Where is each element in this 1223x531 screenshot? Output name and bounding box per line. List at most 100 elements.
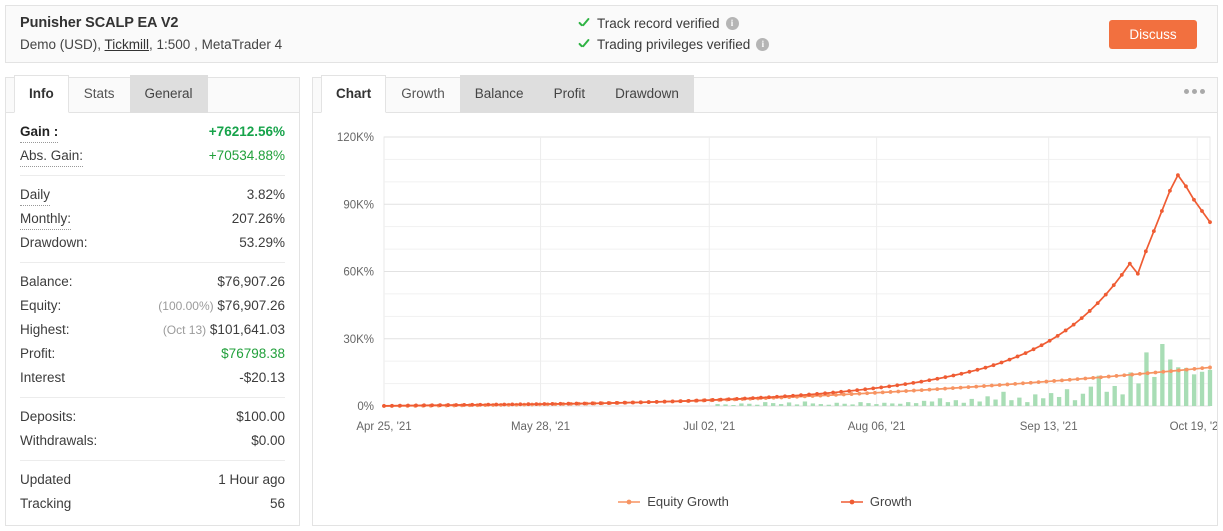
track-record-verified-row: Track record verified i	[576, 13, 1097, 34]
stat-value-equity-amount: $76,907.26	[217, 298, 285, 313]
stat-label-interest: Interest	[20, 370, 66, 385]
stat-group-gain: Gain : +76212.56% Abs. Gain: +70534.88%	[20, 113, 285, 175]
stat-value-interest: -$20.13	[239, 370, 285, 385]
check-icon	[576, 37, 591, 52]
stat-value-equity-percent: (100.00%)	[158, 299, 214, 313]
stat-value-monthly: 207.26%	[231, 211, 285, 226]
trading-privileges-verified-label: Trading privileges verified	[597, 37, 751, 52]
stat-group-funding: Deposits: $100.00 Withdrawals: $0.00	[20, 397, 285, 460]
account-details: , 1:500 , MetaTrader 4	[149, 36, 283, 52]
legend-marker-growth	[840, 499, 863, 504]
svg-text:Aug 06, '21: Aug 06, '21	[848, 421, 906, 433]
svg-text:60K%: 60K%	[343, 267, 374, 279]
stat-label-monthly[interactable]: Monthly:	[20, 210, 72, 230]
tab-growth[interactable]: Growth	[386, 75, 460, 113]
svg-text:Oct 19, '21: Oct 19, '21	[1170, 421, 1217, 433]
tab-info[interactable]: Info	[14, 75, 69, 113]
stat-value-profit: $76798.38	[221, 346, 285, 361]
legend-item-equity-growth[interactable]: Equity Growth	[618, 494, 729, 509]
discuss-button[interactable]: Discuss	[1109, 19, 1197, 49]
growth-chart[interactable]: 0% 30K% 60K% 90K% 120K% Apr 25, '21 May 28, '2…	[313, 113, 1217, 483]
chart-legend: Equity Growth Growth	[313, 494, 1217, 509]
broker-link[interactable]: Tickmill	[105, 37, 150, 52]
stat-value-deposits: $100.00	[236, 409, 285, 424]
stat-group-balance: Balance: $76,907.26 Equity: (100.00%) $7…	[20, 262, 285, 397]
svg-text:30K%: 30K%	[343, 334, 374, 346]
stat-label-updated: Updated	[20, 472, 72, 487]
account-type: Demo (USD),	[20, 36, 102, 52]
stat-label-profit: Profit:	[20, 346, 56, 361]
stat-value-drawdown: 53.29%	[239, 235, 285, 250]
more-options-icon[interactable]	[1184, 89, 1205, 94]
stat-row-abs-gain: Abs. Gain: +70534.88%	[20, 144, 285, 168]
tab-balance[interactable]: Balance	[459, 75, 539, 113]
info-icon[interactable]: i	[725, 17, 739, 30]
tab-general[interactable]: General	[129, 75, 208, 113]
tab-profit[interactable]: Profit	[538, 75, 601, 113]
stat-label-drawdown: Drawdown:	[20, 235, 88, 250]
stat-value-daily: 3.82%	[246, 187, 285, 202]
chart-tabbar: Chart Growth Balance Profit Drawdown	[312, 75, 1218, 113]
stats-panel: Info Stats General Gain : +76212.56% Abs…	[5, 75, 300, 526]
svg-text:Apr 25, '21: Apr 25, '21	[356, 421, 411, 433]
stat-label-highest: Highest:	[20, 322, 70, 337]
stat-row-tracking: Tracking 56	[20, 492, 285, 516]
stat-row-gain: Gain : +76212.56%	[20, 120, 285, 144]
track-record-verified-label: Track record verified	[597, 16, 720, 31]
svg-text:0%: 0%	[357, 401, 374, 413]
stat-row-withdrawals: Withdrawals: $0.00	[20, 429, 285, 453]
stat-label-equity: Equity:	[20, 298, 62, 313]
stat-row-daily: Daily 3.82%	[20, 183, 285, 207]
legend-label-equity-growth: Equity Growth	[647, 494, 729, 509]
stat-value-highest-amount: $101,641.03	[209, 322, 285, 337]
tab-drawdown[interactable]: Drawdown	[600, 75, 694, 113]
stat-value-updated: 1 Hour ago	[218, 472, 285, 487]
stat-value-tracking: 56	[269, 496, 285, 511]
stat-value-withdrawals: $0.00	[251, 433, 285, 448]
stat-group-meta: Updated 1 Hour ago Tracking 56	[20, 460, 285, 523]
stat-label-abs-gain[interactable]: Abs. Gain:	[20, 147, 84, 167]
verification-badges: Track record verified i Trading privileg…	[566, 13, 1097, 55]
legend-item-growth[interactable]: Growth	[840, 494, 912, 509]
svg-text:120K%: 120K%	[337, 132, 374, 144]
stat-label-gain[interactable]: Gain :	[20, 123, 59, 143]
stat-row-highest: Highest: (Oct 13) $101,641.03	[20, 318, 285, 342]
info-icon[interactable]: i	[756, 38, 770, 51]
svg-text:90K%: 90K%	[343, 199, 374, 211]
svg-text:Sep 13, '21: Sep 13, '21	[1020, 421, 1078, 433]
svg-text:Jul 02, '21: Jul 02, '21	[683, 421, 735, 433]
stat-row-balance: Balance: $76,907.26	[20, 270, 285, 294]
stat-label-withdrawals: Withdrawals:	[20, 433, 98, 448]
account-subtitle: Demo (USD), Tickmill, 1:500 , MetaTrader…	[20, 35, 566, 55]
account-identity: Punisher SCALP EA V2 Demo (USD), Tickmil…	[6, 14, 566, 55]
stat-value-highest: (Oct 13) $101,641.03	[163, 318, 285, 342]
account-page: Punisher SCALP EA V2 Demo (USD), Tickmil…	[0, 0, 1223, 531]
header-actions: Discuss	[1097, 19, 1217, 49]
stat-value-equity: (100.00%) $76,907.26	[158, 294, 285, 318]
stat-value-abs-gain: +70534.88%	[208, 148, 285, 163]
svg-text:May 28, '21: May 28, '21	[511, 421, 570, 433]
stat-label-balance: Balance:	[20, 274, 73, 289]
legend-label-growth: Growth	[869, 494, 912, 509]
stat-row-interest: Interest -$20.13	[20, 366, 285, 390]
account-title: Punisher SCALP EA V2	[20, 14, 179, 31]
legend-marker-equity-growth	[618, 499, 641, 504]
stat-value-balance: $76,907.26	[217, 274, 285, 289]
tab-stats[interactable]: Stats	[69, 75, 130, 113]
stat-value-gain: +76212.56%	[208, 124, 285, 139]
stat-label-tracking: Tracking	[20, 496, 72, 511]
stat-row-deposits: Deposits: $100.00	[20, 405, 285, 429]
trading-privileges-verified-row: Trading privileges verified i	[576, 34, 1097, 55]
stats-list: Gain : +76212.56% Abs. Gain: +70534.88% …	[5, 113, 300, 526]
stat-row-updated: Updated 1 Hour ago	[20, 468, 285, 492]
stat-row-profit: Profit: $76798.38	[20, 342, 285, 366]
chart-container: 0% 30K% 60K% 90K% 120K% Apr 25, '21 May 28, '2…	[312, 113, 1218, 526]
stat-group-performance: Daily 3.82% Monthly: 207.26% Drawdown: 5…	[20, 175, 285, 262]
stat-label-deposits: Deposits:	[20, 409, 77, 424]
chart-panel: Chart Growth Balance Profit Drawdown 0% 3…	[312, 75, 1218, 526]
stats-tabbar: Info Stats General	[5, 75, 300, 113]
tab-chart[interactable]: Chart	[321, 75, 387, 113]
stat-row-monthly: Monthly: 207.26%	[20, 207, 285, 231]
stat-label-daily[interactable]: Daily	[20, 186, 51, 206]
stat-row-drawdown: Drawdown: 53.29%	[20, 231, 285, 255]
